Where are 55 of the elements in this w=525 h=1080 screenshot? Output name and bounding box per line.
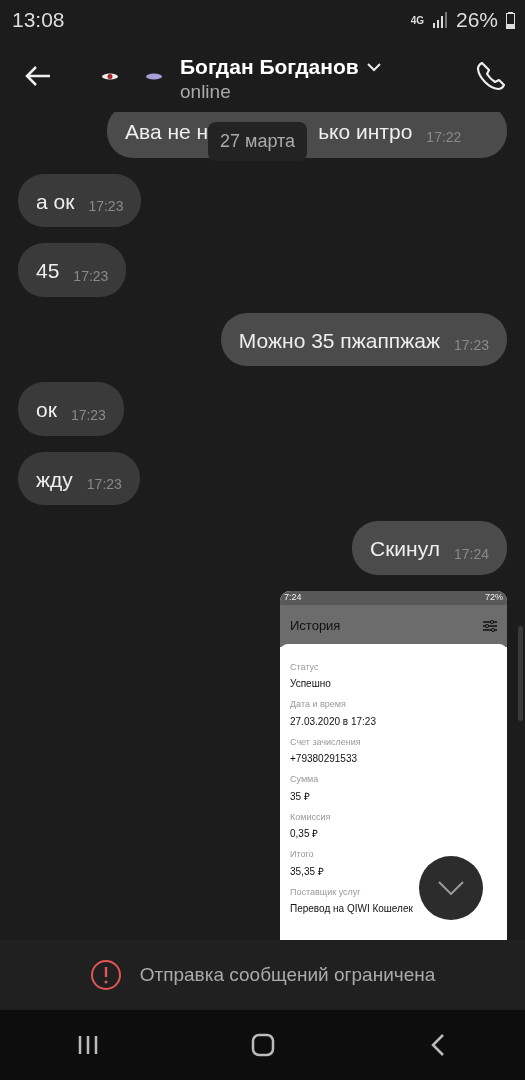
message-text: а ок [36, 188, 75, 215]
field-value: 35 ₽ [290, 789, 310, 804]
field-label: Счет зачисления [290, 735, 361, 749]
clock: 13:08 [12, 7, 65, 34]
screen-title: История [290, 616, 341, 635]
clock: 7:24 [284, 590, 302, 604]
chevron-down-icon [438, 881, 464, 895]
field-value: 0,35 ₽ [290, 827, 319, 841]
signal-icon [431, 12, 448, 28]
field-label: Сумма [290, 773, 319, 786]
field-label: Итого [290, 848, 314, 861]
back-button[interactable] [24, 64, 52, 88]
message-time: 17:23 [86, 475, 122, 494]
field-value: 27.03.2020 в 17:23 [290, 714, 376, 729]
message-time: 17:23 [88, 197, 124, 216]
battery-icon [506, 11, 515, 29]
battery-percent: 72% [485, 590, 503, 604]
filter-icon [483, 619, 497, 632]
field-label: Статус [290, 660, 319, 674]
message-time: 17:23 [73, 266, 109, 286]
nav-back-icon[interactable] [430, 1033, 445, 1057]
message-time: 17:24 [453, 544, 489, 564]
recents-icon[interactable] [76, 1035, 99, 1055]
field-label: Дата и время [290, 698, 346, 711]
restriction-notice: Отправка сообщений ограничена [139, 962, 436, 987]
network-label: 4G [410, 13, 424, 28]
message-text: Скинул [369, 536, 440, 562]
screenshot-card[interactable]: 7:24 72% История Статус Успешно Дата и время 27.03.2020 в 17:23 Счет зачисления +79380291533 Сумма 35 ₽ Комиссия 0,35 ₽ Итого 35,35 ₽ Поставщик услуг Перевод на QIWI Кошелек [280, 590, 507, 940]
message-text: ько интро [318, 119, 413, 145]
chevron-down-icon [366, 61, 381, 72]
call-button[interactable] [475, 60, 507, 92]
message-text: ок [36, 397, 57, 423]
warning-icon [89, 959, 122, 991]
message-text: жду [36, 466, 73, 493]
battery-percent: 26% [455, 7, 498, 34]
home-icon[interactable] [250, 1033, 275, 1057]
field-value: Успешно [290, 677, 331, 691]
contact-name[interactable]: Богдан Богданов [180, 50, 359, 83]
message-time: 17:22 [426, 127, 462, 147]
message-text: Можно 35 пжаппжаж [238, 327, 440, 354]
field-value: +79380291533 [290, 752, 358, 766]
message-time: 17:23 [453, 336, 489, 355]
date-chip: 27 марта [208, 122, 308, 161]
back-icon [24, 64, 52, 88]
message-text: 45 [36, 258, 60, 284]
presence-status: online [180, 82, 232, 102]
message-text: Ава не н [125, 119, 209, 145]
field-label: Комиссия [290, 810, 331, 824]
message-time: 17:23 [70, 405, 106, 425]
field-value: 35,35 ₽ [290, 864, 324, 879]
phone-icon [475, 60, 507, 92]
avatar-icon [102, 72, 162, 80]
field-label: Поставщик услуг [290, 885, 361, 899]
field-value: Перевод на QIWI Кошелек [290, 902, 413, 916]
scrollbar[interactable] [518, 626, 523, 721]
